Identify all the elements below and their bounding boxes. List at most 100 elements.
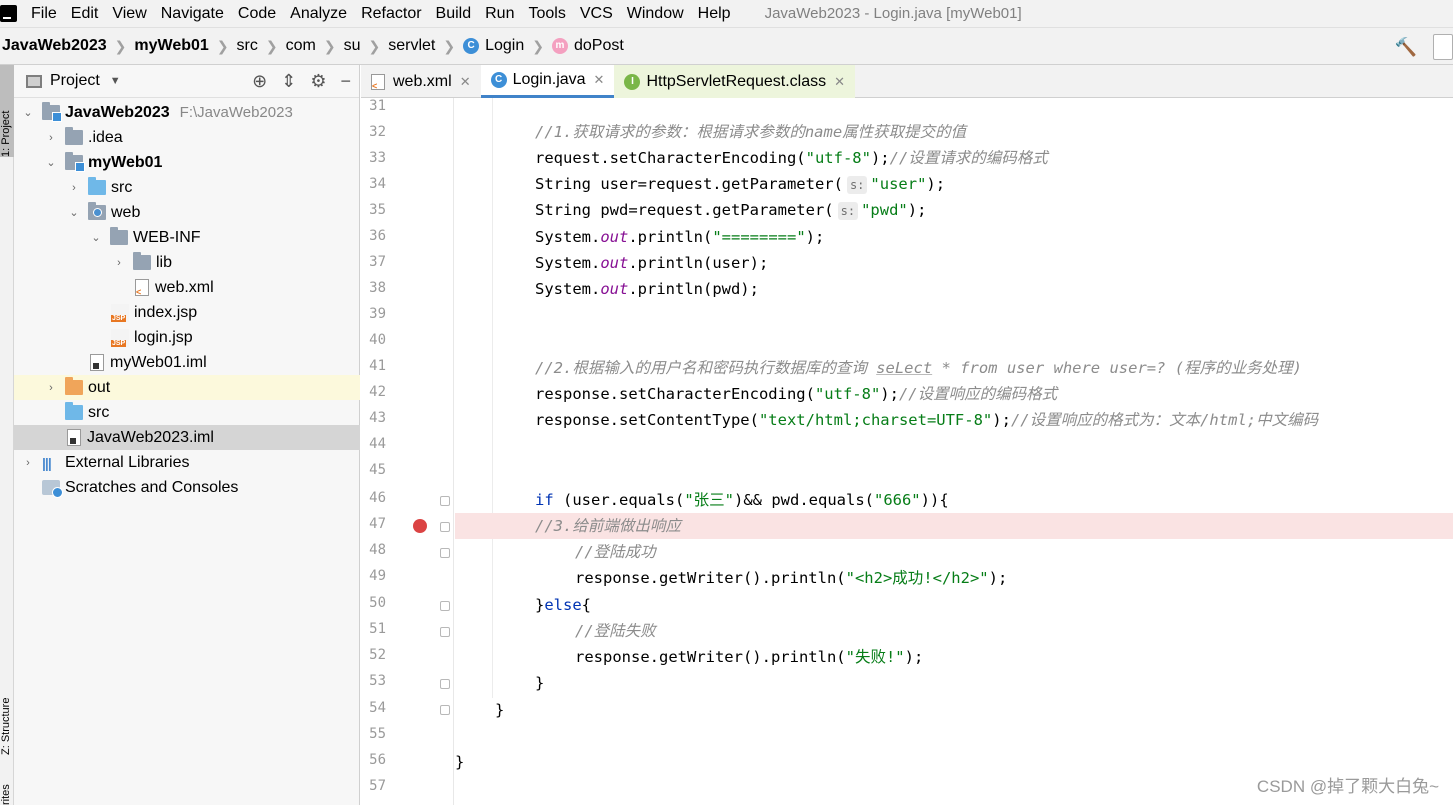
menu-build[interactable]: Build (436, 5, 472, 23)
locate-icon[interactable]: ⊕ (252, 71, 267, 92)
line-number: 34 (369, 176, 386, 192)
code-line[interactable]: response.setContentType("text/html;chars… (455, 407, 1453, 433)
code-line[interactable]: //登陆失败 (455, 618, 1453, 644)
menu-vcs[interactable]: VCS (580, 5, 613, 23)
code-line[interactable]: if (user.equals("张三")&& pwd.equals("666"… (455, 487, 1453, 513)
tree-item-out[interactable]: › out (14, 375, 360, 400)
structure-tool-tab[interactable]: Z: Structure (0, 655, 14, 755)
code-line[interactable]: System.out.println(user); (455, 250, 1453, 276)
tree-item-root-src[interactable]: src (14, 400, 360, 425)
crumb-com[interactable]: com (286, 37, 316, 55)
breakpoint-icon[interactable] (413, 519, 427, 533)
tree-item-external-libraries[interactable]: › External Libraries (14, 450, 360, 475)
code-line[interactable]: System.out.println("========"); (455, 224, 1453, 250)
code-line[interactable]: System.out.println(pwd); (455, 276, 1453, 302)
crumb-servlet[interactable]: servlet (388, 37, 435, 55)
code-line[interactable]: } (455, 697, 1453, 723)
code-comment: seLect (876, 359, 933, 377)
fold-marker-icon[interactable] (440, 601, 450, 611)
tree-item-scratches[interactable]: Scratches and Consoles (14, 475, 360, 500)
tree-item-index-jsp[interactable]: index.jsp (14, 300, 360, 325)
chevron-right-icon[interactable]: › (45, 132, 57, 144)
chevron-down-icon[interactable]: ⌄ (22, 106, 34, 119)
menu-help[interactable]: Help (698, 5, 731, 23)
fold-marker-icon[interactable] (440, 679, 450, 689)
tree-item-javaweb2023-iml[interactable]: JavaWeb2023.iml (14, 425, 360, 450)
menu-window[interactable]: Window (627, 5, 684, 23)
tree-item-myweb01-iml[interactable]: myWeb01.iml (14, 350, 360, 375)
tree-item-src[interactable]: › src (14, 175, 360, 200)
build-hammer-icon[interactable]: 🔨 (1395, 37, 1417, 58)
fold-marker-icon[interactable] (440, 705, 450, 715)
tree-item-web-inf[interactable]: ⌄ WEB-INF (14, 225, 360, 250)
code-line[interactable]: //2.根据输入的用户名和密码执行数据库的查询 seLect * from us… (455, 355, 1453, 381)
project-view-selector[interactable]: Project (50, 72, 100, 90)
crumb-class[interactable]: C Login (463, 37, 524, 55)
close-icon[interactable]: ✕ (594, 72, 605, 88)
crumb-method-label: doPost (573, 37, 624, 54)
menu-navigate[interactable]: Navigate (161, 5, 224, 23)
fold-marker-icon[interactable] (440, 548, 450, 558)
tab-httpservletrequest-class[interactable]: I HttpServletRequest.class ✕ (614, 65, 855, 98)
gear-icon[interactable]: ⚙ (310, 71, 326, 92)
module-folder-icon (42, 102, 62, 122)
tab-web-xml[interactable]: web.xml ✕ (361, 65, 481, 98)
tree-item-web-xml[interactable]: web.xml (14, 275, 360, 300)
crumb-su[interactable]: su (344, 37, 361, 55)
code-line[interactable]: //登陆成功 (455, 539, 1453, 565)
code-line[interactable]: String pwd=request.getParameter(s: "pwd")… (455, 197, 1453, 223)
chevron-right-icon[interactable]: › (113, 257, 125, 269)
close-icon[interactable]: ✕ (460, 74, 471, 90)
crumb-project[interactable]: JavaWeb2023 (2, 37, 107, 55)
menu-file[interactable]: File (31, 5, 57, 23)
tab-login-java[interactable]: C Login.java ✕ (480, 65, 615, 98)
run-config-box[interactable] (1433, 34, 1453, 60)
code-text: } (535, 674, 545, 692)
crumb-module[interactable]: myWeb01 (134, 37, 208, 55)
tree-item-myweb01[interactable]: ⌄ myWeb01 (14, 150, 360, 175)
chevron-right-icon[interactable]: › (22, 457, 34, 469)
code-string: "张三" (684, 491, 734, 509)
code-keyword: else (544, 596, 582, 614)
crumb-src[interactable]: src (237, 37, 258, 55)
code-line[interactable]: response.setCharacterEncoding("utf-8");/… (455, 381, 1453, 407)
fold-marker-icon[interactable] (440, 496, 450, 506)
chevron-right-icon[interactable]: › (45, 382, 57, 394)
code-line[interactable]: response.getWriter().println("<h2>成功!</h… (455, 565, 1453, 591)
fold-marker-icon[interactable] (440, 627, 450, 637)
close-icon[interactable]: ✕ (834, 74, 845, 90)
tree-item-login-jsp[interactable]: login.jsp (14, 325, 360, 350)
chevron-down-icon[interactable]: ▼ (110, 75, 121, 87)
code-field: out (600, 254, 629, 272)
tree-label: WEB-INF (133, 228, 201, 246)
favorites-tool-tab[interactable]: rites (0, 773, 14, 805)
menu-code[interactable]: Code (238, 5, 276, 23)
menu-tools[interactable]: Tools (528, 5, 565, 23)
crumb-method[interactable]: m doPost (551, 37, 624, 55)
code-line[interactable]: }else{ (455, 592, 1453, 618)
tree-item-javaweb2023[interactable]: ⌄ JavaWeb2023 F:\JavaWeb2023 (14, 100, 360, 125)
chevron-down-icon[interactable]: ⌄ (90, 231, 102, 244)
menu-view[interactable]: View (112, 5, 146, 23)
minimize-icon[interactable]: − (340, 71, 351, 92)
code-line[interactable]: request.setCharacterEncoding("utf-8");//… (455, 145, 1453, 171)
code-line[interactable]: String user=request.getParameter(s: "user… (455, 171, 1453, 197)
project-tool-tab[interactable]: 1: Project (0, 65, 14, 157)
menu-refactor[interactable]: Refactor (361, 5, 421, 23)
collapse-all-icon[interactable]: ⇕ (281, 71, 296, 92)
code-line-breakpoint[interactable]: //3.给前端做出响应 (455, 513, 1453, 539)
code-editor[interactable]: 31 32 33 34 35 36 37 38 39 40 41 42 43 4… (361, 98, 1453, 805)
menu-edit[interactable]: Edit (71, 5, 99, 23)
code-line[interactable]: } (455, 670, 1453, 696)
chevron-down-icon[interactable]: ⌄ (68, 206, 80, 219)
tree-item-idea[interactable]: › .idea (14, 125, 360, 150)
menu-analyze[interactable]: Analyze (290, 5, 347, 23)
menu-run[interactable]: Run (485, 5, 514, 23)
chevron-right-icon[interactable]: › (68, 182, 80, 194)
code-line[interactable]: response.getWriter().println("失败!"); (455, 644, 1453, 670)
tree-item-web[interactable]: ⌄ web (14, 200, 360, 225)
chevron-down-icon[interactable]: ⌄ (45, 156, 57, 169)
code-line[interactable]: //1.获取请求的参数：根据请求参数的name属性获取提交的值 (455, 119, 1453, 145)
tree-item-lib[interactable]: › lib (14, 250, 360, 275)
fold-marker-icon[interactable] (440, 522, 450, 532)
